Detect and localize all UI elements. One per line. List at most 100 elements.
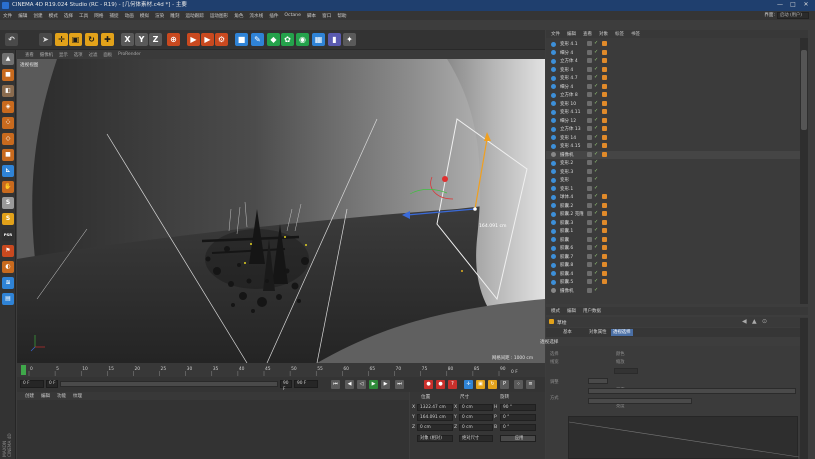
enabled-check-icon[interactable]: ✓: [594, 126, 598, 131]
enabled-check-icon[interactable]: ✓: [594, 109, 598, 114]
attribute-menu-item[interactable]: 模式: [551, 308, 560, 314]
enabled-check-icon[interactable]: ✓: [594, 66, 598, 72]
enable-axis-icon[interactable]: ⊾: [2, 165, 14, 177]
visibility-toggle[interactable]: [587, 177, 592, 182]
object-row[interactable]: 细分 4 ✓: [546, 83, 801, 91]
enabled-check-icon[interactable]: ✓: [594, 134, 598, 140]
visibility-toggle[interactable]: [587, 279, 592, 284]
go-to-end-icon[interactable]: ⏭: [395, 380, 404, 389]
perspective-viewport[interactable]: 164.091 cm: [17, 59, 545, 363]
scheme-icon[interactable]: ≡: [526, 380, 535, 389]
z-axis-icon[interactable]: Z: [149, 33, 162, 46]
menu-item[interactable]: 雕刻: [170, 13, 179, 19]
falloff-curve[interactable]: [568, 416, 800, 459]
apply-button[interactable]: 应用: [500, 435, 536, 442]
visibility-toggle[interactable]: [587, 151, 592, 157]
visibility-toggle[interactable]: [587, 134, 592, 140]
visibility-toggle[interactable]: [587, 160, 592, 165]
visibility-toggle[interactable]: [587, 211, 592, 216]
render-view-icon[interactable]: ▶: [187, 33, 200, 46]
preview-start-field[interactable]: 0 F: [46, 380, 58, 388]
attribute-menu-item[interactable]: 编辑: [567, 308, 576, 314]
visibility-toggle[interactable]: [587, 270, 592, 276]
object-row[interactable]: 细分 12 ✓: [546, 117, 801, 125]
object-row[interactable]: 立方体 8 ✓: [546, 91, 801, 99]
object-row[interactable]: 胶囊 ✓: [546, 236, 801, 244]
object-tag-icon[interactable]: [602, 92, 607, 97]
enabled-check-icon[interactable]: ✓: [594, 75, 598, 80]
previous-key-icon[interactable]: ◀: [345, 380, 354, 389]
object-row[interactable]: 细分 4 ✓: [546, 49, 801, 57]
object-row[interactable]: 胶囊.4 ✓: [546, 270, 801, 278]
parameter-key-icon[interactable]: P: [500, 380, 509, 389]
attribute-slider[interactable]: [588, 378, 608, 384]
snap-icon[interactable]: S: [2, 197, 14, 209]
menu-item[interactable]: 网格: [94, 13, 103, 19]
menu-item[interactable]: 运动跟踪: [185, 13, 203, 19]
object-row[interactable]: 胶囊.2 克隆 ✓: [546, 210, 801, 218]
object-manager-menu-item[interactable]: 对象: [599, 31, 608, 37]
up-arrow-icon[interactable]: ▲: [752, 318, 757, 325]
visibility-toggle[interactable]: [587, 262, 592, 267]
enabled-check-icon[interactable]: ✓: [594, 279, 598, 284]
playhead[interactable]: [21, 365, 26, 375]
object-tag-icon[interactable]: [602, 100, 607, 106]
visibility-toggle[interactable]: [587, 49, 592, 55]
y-axis-icon[interactable]: Y: [135, 33, 148, 46]
visibility-toggle[interactable]: [587, 66, 592, 72]
object-row[interactable]: 变形.2 ✓: [546, 159, 801, 167]
object-row[interactable]: 变形 10 ✓: [546, 100, 801, 108]
coordinate-system-icon[interactable]: ⊕: [167, 33, 180, 46]
axis-origin[interactable]: [473, 207, 477, 211]
object-list[interactable]: 变形 4.1 ✓ 细分 4 ✓ 立方体 4 ✓ 变形 4 ✓ 变形 4.7 ✓ 细分 4 ✓ 立方体 8…: [546, 38, 808, 304]
play-forward-icon[interactable]: ▶: [369, 380, 378, 389]
object-tag-icon[interactable]: [602, 279, 607, 284]
object-row[interactable]: 变形 4 ✓: [546, 66, 801, 74]
position-y-field[interactable]: 164.091 cm: [417, 414, 453, 421]
play-back-icon[interactable]: ◁: [357, 380, 366, 389]
menu-item[interactable]: 模式: [49, 13, 58, 19]
object-row[interactable]: 变形 14 ✓: [546, 134, 801, 142]
object-tag-icon[interactable]: [602, 236, 607, 242]
render-region-icon[interactable]: ◐: [2, 261, 14, 273]
enabled-check-icon[interactable]: ✓: [594, 143, 598, 148]
menu-item[interactable]: 动画: [125, 13, 134, 19]
object-tag-icon[interactable]: [602, 75, 607, 80]
visibility-toggle[interactable]: [587, 245, 592, 250]
enabled-check-icon[interactable]: ✓: [594, 236, 598, 242]
scale-icon[interactable]: ▣: [69, 33, 82, 46]
select-arrow-icon[interactable]: ➤: [39, 33, 52, 46]
polygons-mode-icon[interactable]: ■: [2, 149, 14, 161]
position-key-icon[interactable]: ✛: [464, 380, 473, 389]
enabled-check-icon[interactable]: ✓: [594, 262, 598, 267]
enabled-check-icon[interactable]: ✓: [594, 117, 598, 123]
visibility-toggle[interactable]: [587, 194, 592, 199]
camera-icon[interactable]: ▮: [328, 33, 341, 46]
object-row[interactable]: 胶囊.2 ✓: [546, 202, 801, 210]
object-row[interactable]: 变形 ✓: [546, 176, 801, 184]
array-icon[interactable]: ✿: [281, 33, 294, 46]
enabled-check-icon[interactable]: ✓: [594, 92, 598, 97]
object-row[interactable]: 变形 4.15 ✓: [546, 142, 801, 150]
maximize-button[interactable]: □: [788, 1, 798, 9]
object-row[interactable]: 立方体 4 ✓: [546, 57, 801, 65]
visibility-toggle[interactable]: [587, 41, 592, 46]
object-tag-icon[interactable]: [602, 228, 607, 233]
enabled-check-icon[interactable]: ✓: [594, 245, 598, 250]
menu-item[interactable]: 帮助: [337, 13, 346, 19]
current-frame-field[interactable]: 0 F: [20, 380, 44, 388]
object-row[interactable]: 胶囊.8 ✓: [546, 261, 801, 269]
edges-mode-icon[interactable]: ◇: [2, 133, 14, 145]
visibility-toggle[interactable]: [587, 236, 592, 242]
menu-item[interactable]: 角色: [234, 13, 243, 19]
size-z-field[interactable]: 0 cm: [459, 424, 493, 431]
visibility-toggle[interactable]: [587, 92, 592, 97]
object-tag-icon[interactable]: [602, 126, 607, 131]
object-row[interactable]: 立方体 13 ✓: [546, 125, 801, 133]
visibility-toggle[interactable]: [587, 117, 592, 123]
object-row[interactable]: 变形.1 ✓: [546, 185, 801, 193]
back-arrow-icon[interactable]: ◀: [742, 318, 747, 325]
object-manager-menu-item[interactable]: 编辑: [567, 31, 576, 37]
layout-dropdown[interactable]: 启动 (用户): [777, 12, 809, 19]
object-tag-icon[interactable]: [602, 117, 607, 123]
